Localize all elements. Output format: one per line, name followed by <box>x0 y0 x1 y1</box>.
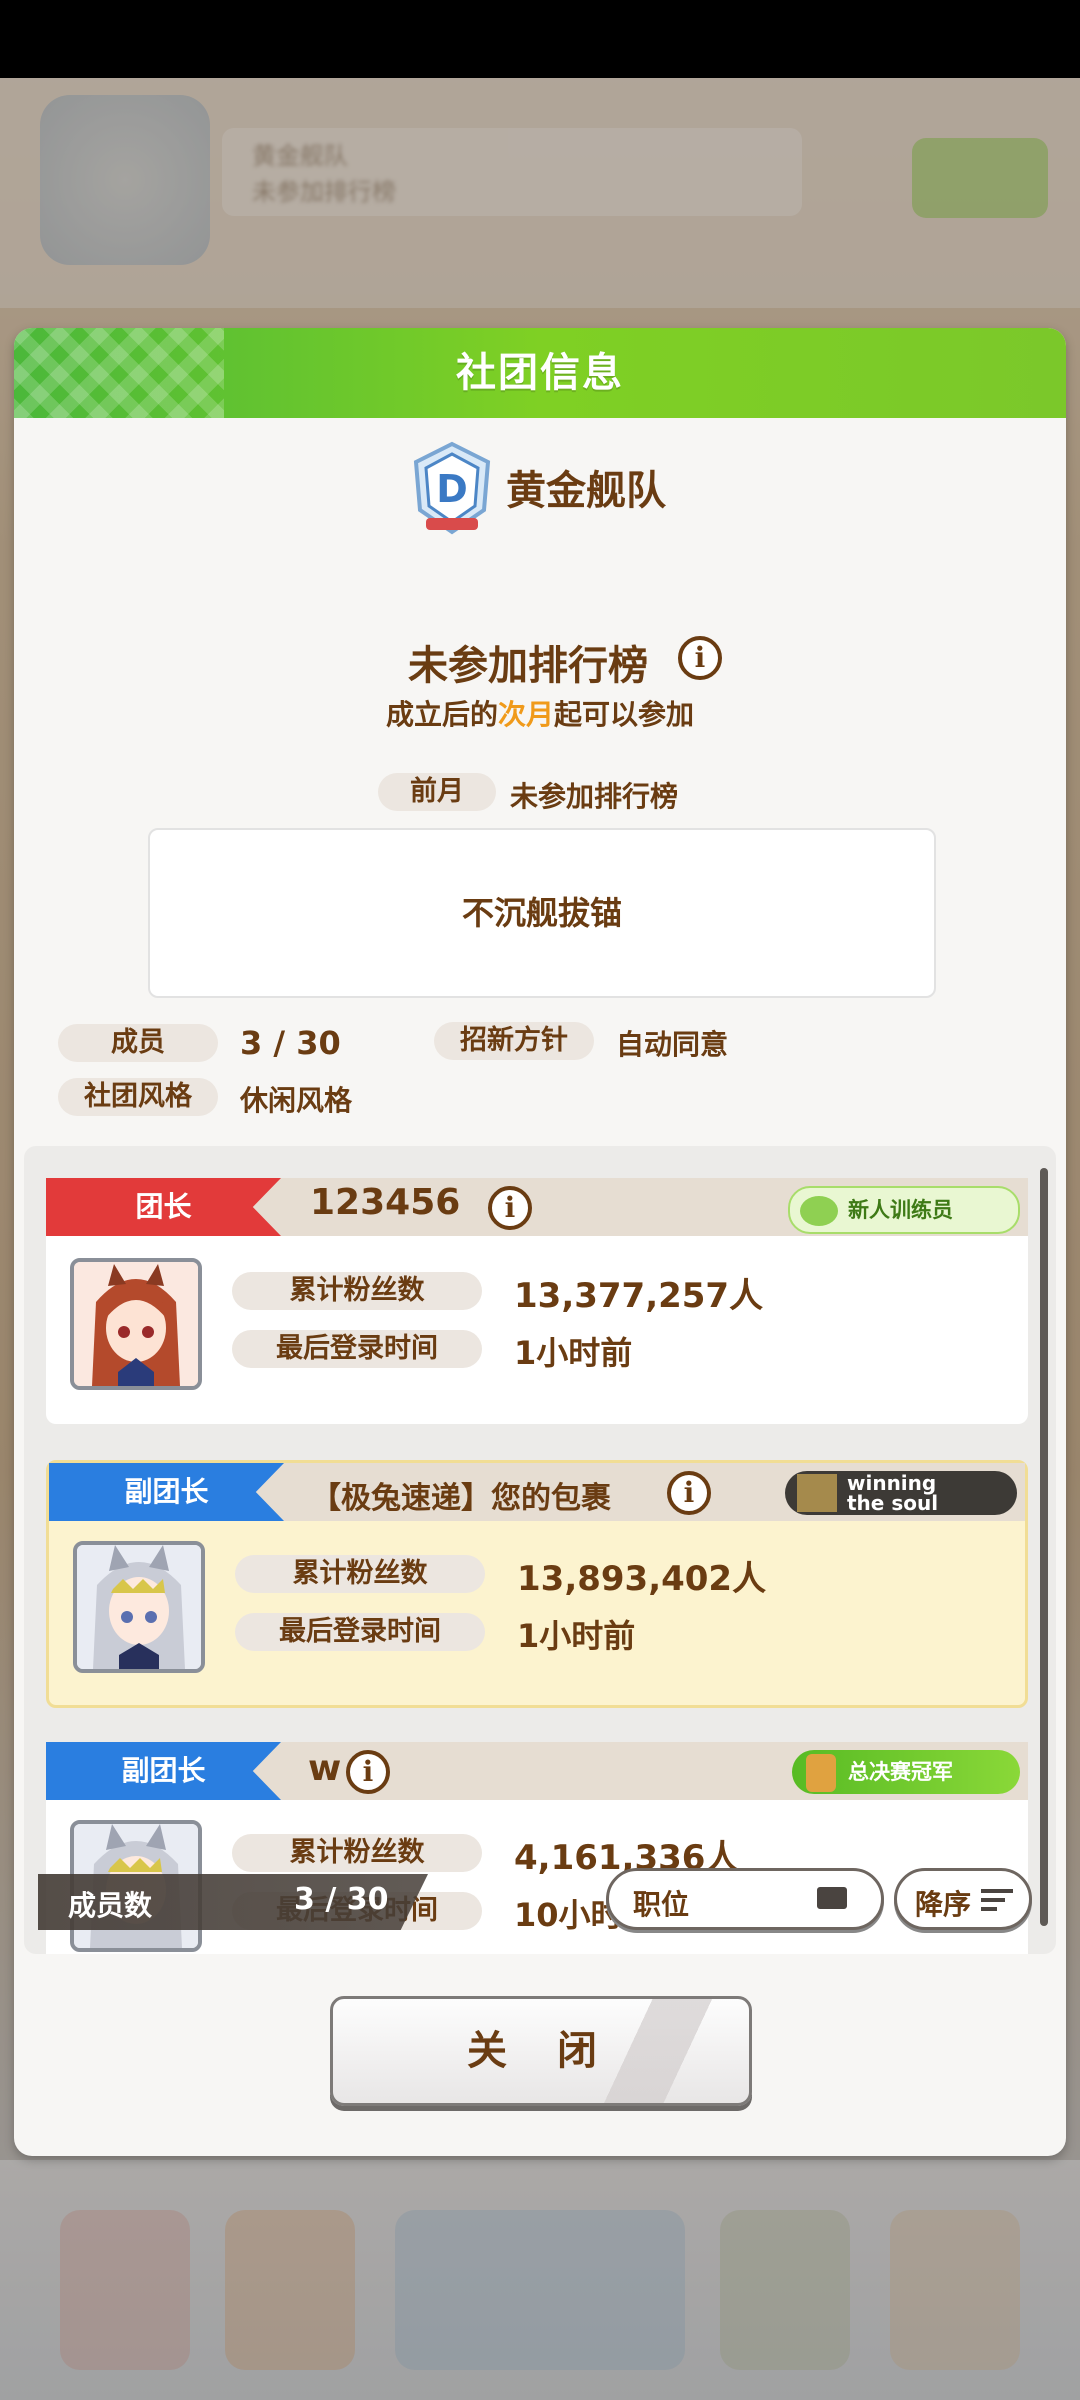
members-value: 3 / 30 <box>240 1024 341 1062</box>
fans-value: 13,377,257人 <box>514 1276 764 1316</box>
club-motto: 不沉舰拔锚 <box>148 828 936 998</box>
member-avatar[interactable] <box>73 1541 205 1673</box>
member-card-header: 副团长 w i 总决赛冠军 <box>46 1742 1028 1800</box>
member-name: 123456 <box>310 1182 461 1223</box>
avatar-icon <box>77 1545 201 1669</box>
recruit-label: 招新方针 <box>434 1022 594 1060</box>
member-list[interactable]: 团长 123456 i 新人训练员 累计粉丝数 13,377,257人 最后登录… <box>24 1146 1056 1954</box>
member-title-text: 新人训练员 <box>848 1198 953 1222</box>
ranking-note-prefix: 成立后的 <box>385 698 498 731</box>
sort-order-label: 降序 <box>915 1888 972 1921</box>
last-login-value: 1小时前 <box>514 1334 633 1372</box>
sort-field-label: 职位 <box>633 1888 690 1921</box>
club-name: 黄金舰队 <box>506 468 666 514</box>
club-badge-icon: D <box>413 441 491 535</box>
sort-order-button[interactable]: 降序 <box>894 1868 1032 1930</box>
member-count-bar: 成员数 3 / 30 <box>38 1874 428 1930</box>
trophy-card-icon <box>797 1474 837 1512</box>
style-value: 休闲风格 <box>240 1084 353 1117</box>
fans-label: 累计粉丝数 <box>235 1555 485 1593</box>
member-name: 【极兔速递】您的包裹 <box>311 1481 611 1516</box>
member-info-icon[interactable]: i <box>346 1750 390 1794</box>
member-info-icon[interactable]: i <box>667 1471 711 1515</box>
member-name: w <box>308 1748 342 1789</box>
member-card[interactable]: 副团长 【极兔速递】您的包裹 i winning the soul 累计粉丝数 … <box>46 1460 1028 1708</box>
member-title-badge[interactable]: 总决赛冠军 <box>792 1750 1020 1794</box>
fans-value: 13,893,402人 <box>517 1559 767 1599</box>
club-info-dialog: 社团信息 D 黄金舰队 未参加排行榜 i 成立后的次月起可以参加 前月 未参加排… <box>14 328 1066 2156</box>
member-list-scrollbar-thumb[interactable] <box>1040 1168 1048 1926</box>
member-count-value: 3 / 30 <box>294 1882 389 1917</box>
fans-label: 累计粉丝数 <box>232 1834 482 1872</box>
close-button[interactable]: 关 闭 <box>330 1996 752 2106</box>
member-title-text: 总决赛冠军 <box>848 1760 953 1784</box>
member-role: 副团长 <box>46 1742 281 1800</box>
svg-text:D: D <box>436 467 468 511</box>
last-month-label: 前月 <box>378 773 496 811</box>
member-info-icon[interactable]: i <box>488 1186 532 1230</box>
status-bar <box>0 0 1080 78</box>
last-login-label: 最后登录时间 <box>232 1330 482 1368</box>
dialog-header: 社团信息 <box>14 328 1066 418</box>
card-stack-icon <box>817 1887 847 1909</box>
recruit-value: 自动同意 <box>616 1028 729 1061</box>
member-card-header: 副团长 【极兔速递】您的包裹 i winning the soul <box>49 1463 1025 1521</box>
member-title-badge[interactable]: 新人训练员 <box>788 1186 1020 1234</box>
ranking-note-highlight: 次月 <box>497 698 554 731</box>
last-month-value: 未参加排行榜 <box>510 780 679 813</box>
fans-label: 累计粉丝数 <box>232 1272 482 1310</box>
member-count-label: 成员数 <box>68 1889 153 1922</box>
last-login-value: 1小时前 <box>517 1617 636 1655</box>
ranking-status: 未参加排行榜 <box>408 643 648 689</box>
member-card-header: 团长 123456 i 新人训练员 <box>46 1178 1028 1236</box>
ranking-note-suffix: 起可以参加 <box>554 698 695 731</box>
dialog-title: 社团信息 <box>456 350 624 396</box>
last-login-label: 最后登录时间 <box>235 1613 485 1651</box>
sort-lines-icon <box>981 1889 1013 1911</box>
member-title-badge[interactable]: winning the soul <box>785 1471 1017 1515</box>
member-role: 副团长 <box>49 1463 284 1521</box>
member-card[interactable]: 团长 123456 i 新人训练员 累计粉丝数 13,377,257人 最后登录… <box>46 1178 1028 1424</box>
member-role: 团长 <box>46 1178 281 1236</box>
members-label: 成员 <box>58 1024 218 1062</box>
ranking-note: 成立后的次月起可以参加 <box>14 693 1066 733</box>
close-button-label: 关 闭 <box>467 2028 615 2074</box>
avatar-icon <box>74 1262 198 1386</box>
member-avatar[interactable] <box>70 1258 202 1390</box>
ranking-info-icon[interactable]: i <box>678 636 722 680</box>
sort-field-button[interactable]: 职位 <box>606 1868 884 1930</box>
trophy-icon <box>806 1754 836 1792</box>
style-label: 社团风格 <box>58 1078 218 1116</box>
laurel-icon <box>800 1196 838 1226</box>
